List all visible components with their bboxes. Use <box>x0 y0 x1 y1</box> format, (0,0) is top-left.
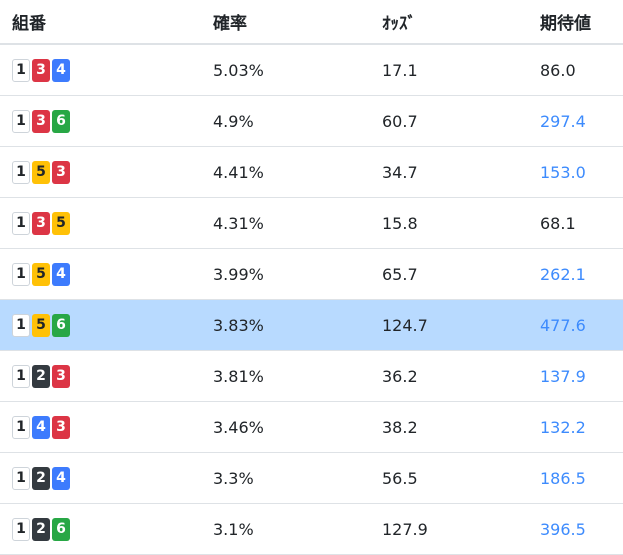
boat-number-badge: 6 <box>52 109 70 133</box>
boat-number-badge: 5 <box>32 262 50 286</box>
boat-number-badge: 1 <box>12 364 30 388</box>
odds-cell: 17.1 <box>382 60 418 80</box>
boat-number-badge: 4 <box>52 466 70 490</box>
boat-number-badge: 3 <box>32 211 50 235</box>
probability-cell: 3.1% <box>213 519 254 539</box>
boat-number-badge: 1 <box>12 262 30 286</box>
table-header: 組番 確率 ｵｯｽﾞ 期待値 <box>0 0 623 45</box>
boat-number-badge: 1 <box>12 109 30 133</box>
boat-number-badge: 5 <box>32 160 50 184</box>
combo-cell: 156 <box>12 300 70 350</box>
odds-cell: 34.7 <box>382 162 418 182</box>
boat-combination: 156 <box>12 313 70 337</box>
boat-number-badge: 2 <box>32 364 50 388</box>
boat-combination: 126 <box>12 517 70 541</box>
boat-combination: 134 <box>12 58 70 82</box>
probability-cell: 3.83% <box>213 315 264 335</box>
expected-value-cell: 132.2 <box>540 417 586 437</box>
header-odds[interactable]: ｵｯｽﾞ <box>382 0 416 43</box>
probability-cell: 5.03% <box>213 60 264 80</box>
expected-value-cell: 153.0 <box>540 162 586 182</box>
odds-cell: 65.7 <box>382 264 418 284</box>
table-row[interactable]: 1 3 6 4.9% 60.7 297.4 <box>0 96 623 147</box>
boat-combination: 124 <box>12 466 70 490</box>
boat-number-badge: 3 <box>32 58 50 82</box>
odds-cell: 15.8 <box>382 213 418 233</box>
odds-cell: 60.7 <box>382 111 418 131</box>
probability-cell: 4.9% <box>213 111 254 131</box>
probability-cell: 4.41% <box>213 162 264 182</box>
table-body: 1 3 4 5.03% 17.1 86.0 1 3 6 4.9% 60.7 297.4 1 5 3 4.41%… <box>0 45 623 555</box>
boat-number-badge: 1 <box>12 517 30 541</box>
boat-number-badge: 4 <box>52 262 70 286</box>
expected-value-cell: 68.1 <box>540 213 576 233</box>
boat-number-badge: 3 <box>52 160 70 184</box>
expected-value-cell: 137.9 <box>540 366 586 386</box>
combo-cell: 134 <box>12 45 70 95</box>
combo-cell: 136 <box>12 96 70 146</box>
combo-cell: 124 <box>12 453 70 503</box>
boat-combination: 153 <box>12 160 70 184</box>
boat-number-badge: 2 <box>32 466 50 490</box>
boat-number-badge: 1 <box>12 160 30 184</box>
combo-cell: 123 <box>12 351 70 401</box>
boat-number-badge: 6 <box>52 517 70 541</box>
table-row[interactable]: 1 3 4 5.03% 17.1 86.0 <box>0 45 623 96</box>
expected-value-cell: 86.0 <box>540 60 576 80</box>
combo-cell: 135 <box>12 198 70 248</box>
table-row[interactable]: 1 2 4 3.3% 56.5 186.5 <box>0 453 623 504</box>
expected-value-cell: 262.1 <box>540 264 586 284</box>
boat-number-badge: 4 <box>52 58 70 82</box>
header-expected-value[interactable]: 期待値 <box>540 0 591 43</box>
boat-number-badge: 1 <box>12 58 30 82</box>
combo-cell: 154 <box>12 249 70 299</box>
boat-number-badge: 1 <box>12 415 30 439</box>
table-row[interactable]: 1 3 5 4.31% 15.8 68.1 <box>0 198 623 249</box>
probability-cell: 4.31% <box>213 213 264 233</box>
probability-cell: 3.3% <box>213 468 254 488</box>
odds-cell: 56.5 <box>382 468 418 488</box>
boat-combination: 135 <box>12 211 70 235</box>
expected-value-cell: 396.5 <box>540 519 586 539</box>
header-probability[interactable]: 確率 <box>213 0 247 43</box>
boat-number-badge: 1 <box>12 466 30 490</box>
probability-cell: 3.99% <box>213 264 264 284</box>
odds-cell: 127.9 <box>382 519 428 539</box>
expected-value-cell: 186.5 <box>540 468 586 488</box>
boat-number-badge: 4 <box>32 415 50 439</box>
table-row[interactable]: 1 4 3 3.46% 38.2 132.2 <box>0 402 623 453</box>
odds-cell: 36.2 <box>382 366 418 386</box>
expected-value-cell: 477.6 <box>540 315 586 335</box>
table-row[interactable]: 1 2 3 3.81% 36.2 137.9 <box>0 351 623 402</box>
odds-cell: 124.7 <box>382 315 428 335</box>
header-combo[interactable]: 組番 <box>12 0 46 43</box>
table-row[interactable]: 1 5 6 3.83% 124.7 477.6 <box>0 300 623 351</box>
table-row[interactable]: 1 5 4 3.99% 65.7 262.1 <box>0 249 623 300</box>
boat-combination: 143 <box>12 415 70 439</box>
boat-number-badge: 3 <box>32 109 50 133</box>
combo-cell: 126 <box>12 504 70 554</box>
combo-cell: 143 <box>12 402 70 452</box>
boat-number-badge: 2 <box>32 517 50 541</box>
boat-number-badge: 1 <box>12 313 30 337</box>
boat-number-badge: 3 <box>52 364 70 388</box>
table-row[interactable]: 1 2 6 3.1% 127.9 396.5 <box>0 504 623 555</box>
boat-number-badge: 5 <box>32 313 50 337</box>
probability-cell: 3.81% <box>213 366 264 386</box>
boat-number-badge: 3 <box>52 415 70 439</box>
boat-number-badge: 6 <box>52 313 70 337</box>
combo-cell: 153 <box>12 147 70 197</box>
boat-combination: 123 <box>12 364 70 388</box>
expected-value-cell: 297.4 <box>540 111 586 131</box>
boat-number-badge: 5 <box>52 211 70 235</box>
boat-number-badge: 1 <box>12 211 30 235</box>
odds-cell: 38.2 <box>382 417 418 437</box>
probability-cell: 3.46% <box>213 417 264 437</box>
boat-combination: 136 <box>12 109 70 133</box>
boat-combination: 154 <box>12 262 70 286</box>
table-row[interactable]: 1 5 3 4.41% 34.7 153.0 <box>0 147 623 198</box>
odds-table: 組番 確率 ｵｯｽﾞ 期待値 1 3 4 5.03% 17.1 86.0 1 3 6 4.9% 60… <box>0 0 623 555</box>
